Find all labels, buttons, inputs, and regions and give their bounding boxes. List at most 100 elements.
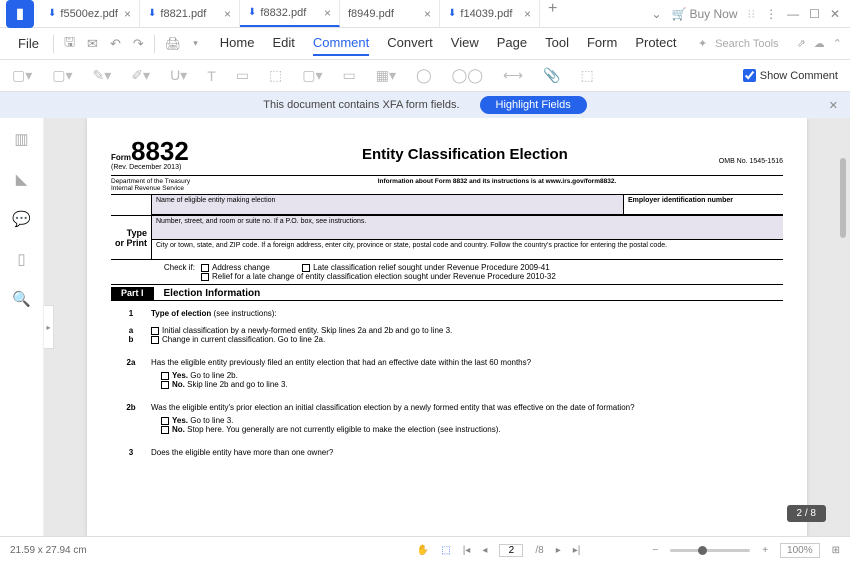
prev-page-icon[interactable]: ◂	[482, 545, 487, 556]
bookmarks-icon[interactable]: ◣	[16, 170, 28, 188]
q2a-yes-checkbox[interactable]	[161, 372, 169, 380]
tab-strip: ⬇f5500ez.pdf× ⬇f8821.pdf× ⬇f8832.pdf× f8…	[40, 0, 641, 27]
tab-0[interactable]: ⬇f5500ez.pdf×	[40, 0, 140, 27]
tab-4[interactable]: ⬇f14039.pdf×	[440, 0, 540, 27]
pencil-tool-icon[interactable]: ✐▾	[131, 67, 150, 84]
zoom-in-icon[interactable]: +	[762, 545, 768, 556]
highlight-fields-button[interactable]: Highlight Fields	[480, 96, 587, 114]
maximize-icon[interactable]: ☐	[809, 7, 820, 21]
cloud-icon[interactable]: ☁	[814, 37, 825, 50]
tab-1[interactable]: ⬇f8821.pdf×	[140, 0, 240, 27]
person-tool-icon[interactable]: ◯	[416, 67, 432, 84]
menu-tool[interactable]: Tool	[545, 31, 569, 56]
show-comment-toggle[interactable]: Show Comment	[743, 69, 838, 82]
address-change-checkbox[interactable]	[201, 264, 209, 272]
menu-comment[interactable]: Comment	[313, 31, 369, 56]
hand-tool-icon[interactable]: ✋	[417, 545, 429, 556]
thumbnails-icon[interactable]: ▥	[14, 130, 28, 148]
stamp-tool-icon[interactable]: ▦▾	[376, 67, 396, 84]
save-icon[interactable]: 🖫	[58, 33, 81, 55]
select-tool-icon[interactable]: ⬚	[441, 545, 450, 556]
chevron-down-icon[interactable]: ⌄	[651, 7, 661, 21]
banner-close-icon[interactable]: ✕	[829, 99, 838, 112]
chevron-down-icon[interactable]: ▾	[187, 38, 204, 49]
document-viewport[interactable]: ▸ Form8832 (Rev. December 2013) Entity C…	[44, 118, 850, 536]
late-change-checkbox[interactable]	[201, 273, 209, 281]
shape-tool-icon[interactable]: ▢▾	[302, 67, 322, 84]
zoom-level[interactable]: 100%	[780, 543, 820, 558]
next-page-icon[interactable]: ▸	[556, 545, 561, 556]
q2b-no-t: Stop here. You generally are not current…	[185, 425, 501, 434]
q2a-text: Has the eligible entity previously filed…	[151, 358, 783, 367]
zoom-slider[interactable]	[670, 549, 750, 552]
close-window-icon[interactable]: ✕	[830, 7, 840, 21]
buy-now-link[interactable]: 🛒Buy Now	[672, 7, 738, 21]
close-icon[interactable]: ×	[324, 6, 331, 20]
menu-protect[interactable]: Protect	[635, 31, 676, 56]
highlight-tool-icon[interactable]: ✎▾	[93, 67, 112, 84]
page-number-input[interactable]	[499, 544, 523, 557]
q1-see: (see instructions):	[211, 309, 276, 318]
close-icon[interactable]: ×	[224, 7, 231, 21]
search-icon[interactable]: 🔍	[12, 290, 31, 308]
group-tool-icon[interactable]: ◯◯	[452, 67, 483, 84]
part-number: Part I	[111, 287, 154, 300]
callout-tool-icon[interactable]: ▭	[343, 67, 356, 84]
more-icon[interactable]: ⋮	[765, 7, 777, 21]
menu-home[interactable]: Home	[220, 31, 255, 56]
gift-icon[interactable]: ⁝⁝	[748, 7, 756, 21]
late-relief-checkbox[interactable]	[302, 264, 310, 272]
pdf-page: Form8832 (Rev. December 2013) Entity Cla…	[87, 118, 807, 536]
tab-2[interactable]: ⬇f8832.pdf×	[240, 0, 340, 27]
add-tab-button[interactable]: +	[540, 0, 565, 27]
tab-label: f14039.pdf	[460, 8, 512, 20]
menu-convert[interactable]: Convert	[387, 31, 433, 56]
q1b-checkbox[interactable]	[151, 336, 159, 344]
fit-page-icon[interactable]: ⊞	[832, 545, 840, 556]
q2b-yes-checkbox[interactable]	[161, 417, 169, 425]
close-icon[interactable]: ×	[124, 7, 131, 21]
text-tool-icon[interactable]: ▢▾	[52, 67, 72, 84]
xfa-banner: This document contains XFA form fields. …	[0, 92, 850, 118]
redo-icon[interactable]: ↷	[127, 36, 150, 52]
note-tool-icon[interactable]: ▢▾	[12, 67, 32, 84]
menu-page[interactable]: Page	[497, 31, 527, 56]
form-revision: (Rev. December 2013)	[111, 164, 211, 171]
file-menu[interactable]: File	[8, 36, 49, 51]
wand-icon[interactable]: ✦	[698, 37, 707, 50]
search-tools-input[interactable]: Search Tools	[715, 38, 778, 50]
menu-form[interactable]: Form	[587, 31, 617, 56]
show-comment-checkbox[interactable]	[743, 69, 756, 82]
zoom-thumb[interactable]	[698, 546, 707, 555]
typewriter-tool-icon[interactable]: T	[207, 68, 216, 84]
tab-3[interactable]: f8949.pdf×	[340, 0, 440, 27]
scrollbar-thumb[interactable]	[840, 158, 846, 238]
print-icon[interactable]: 🖨	[159, 36, 188, 52]
menu-edit[interactable]: Edit	[272, 31, 294, 56]
undo-icon[interactable]: ↶	[104, 36, 127, 52]
q1a-checkbox[interactable]	[151, 327, 159, 335]
more-tool-icon[interactable]: ⬚	[581, 67, 594, 84]
expand-panel-icon[interactable]: ▸	[44, 305, 54, 349]
q2b-no-checkbox[interactable]	[161, 426, 169, 434]
attach-tool-icon[interactable]: 📎	[543, 67, 560, 84]
attachments-icon[interactable]: ▯	[17, 250, 25, 268]
minimize-icon[interactable]: —	[787, 7, 799, 21]
q2a-no-checkbox[interactable]	[161, 381, 169, 389]
textbox-tool-icon[interactable]: ▭	[236, 67, 249, 84]
check-c-label: Relief for a late change of entity class…	[212, 272, 556, 281]
last-page-icon[interactable]: ▸|	[573, 545, 581, 556]
underline-tool-icon[interactable]: U▾	[170, 67, 187, 84]
close-icon[interactable]: ×	[424, 7, 431, 21]
collapse-icon[interactable]: ⌃	[833, 37, 842, 50]
zoom-out-icon[interactable]: −	[652, 545, 658, 556]
comments-icon[interactable]: 💬	[12, 210, 31, 228]
first-page-icon[interactable]: |◂	[463, 545, 471, 556]
share-icon[interactable]: ⇗	[797, 37, 806, 50]
measure-tool-icon[interactable]: ⟷	[503, 67, 523, 84]
area-tool-icon[interactable]: ⬚	[269, 67, 282, 84]
close-icon[interactable]: ×	[524, 7, 531, 21]
page-dimensions: 21.59 x 27.94 cm	[10, 545, 87, 556]
menu-view[interactable]: View	[451, 31, 479, 56]
mail-icon[interactable]: ✉	[81, 36, 104, 52]
